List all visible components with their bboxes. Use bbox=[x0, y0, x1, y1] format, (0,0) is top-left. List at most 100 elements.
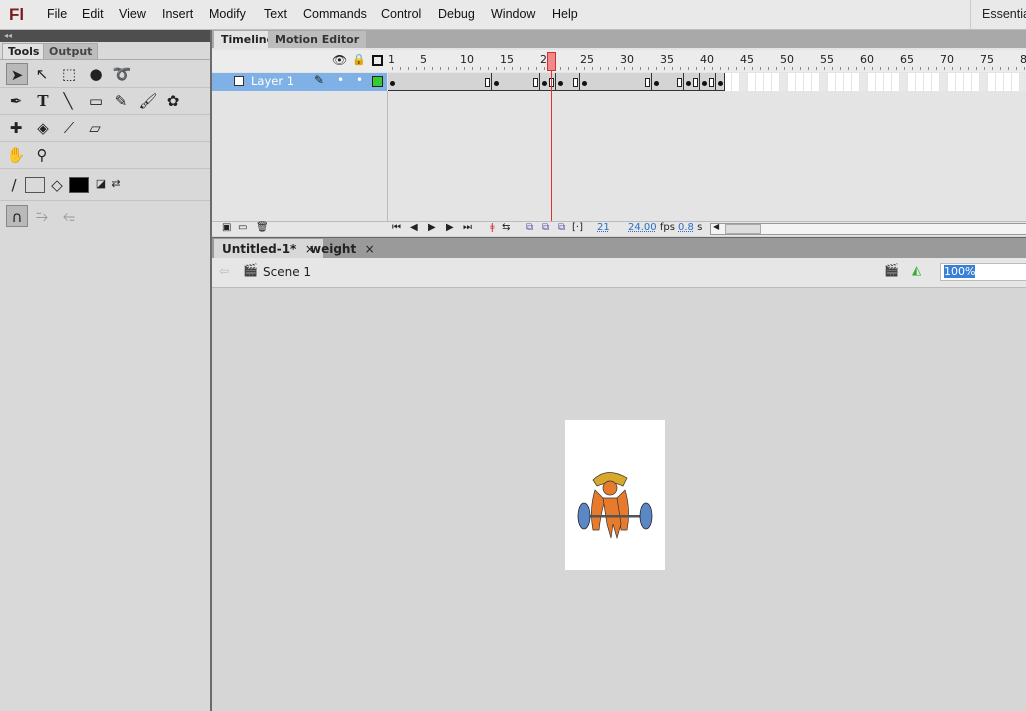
frame-cell[interactable] bbox=[460, 73, 468, 91]
frame-cell[interactable] bbox=[996, 73, 1004, 91]
keyframe-dot[interactable] bbox=[494, 81, 499, 86]
eyedropper-tool-icon[interactable]: ⟋ bbox=[58, 117, 80, 139]
first-frame-icon[interactable]: ⏮ bbox=[392, 222, 401, 233]
menu-window[interactable]: Window bbox=[491, 7, 535, 21]
frame-cell[interactable] bbox=[828, 73, 836, 91]
center-frame-icon[interactable]: ǂ bbox=[490, 222, 495, 233]
loop-icon[interactable]: ⇆ bbox=[502, 222, 510, 233]
frame-cell[interactable] bbox=[476, 73, 484, 91]
frame-cell[interactable] bbox=[924, 73, 932, 91]
frame-cell[interactable] bbox=[836, 73, 844, 91]
frame-cell[interactable] bbox=[668, 73, 676, 91]
frame-grid[interactable] bbox=[388, 73, 1026, 91]
delete-layer-icon[interactable]: 🗑 bbox=[256, 222, 269, 233]
frame-cell[interactable] bbox=[764, 73, 772, 91]
frame-cell[interactable] bbox=[636, 73, 644, 91]
frame-cell[interactable] bbox=[612, 73, 620, 91]
frame-cell[interactable] bbox=[500, 73, 508, 91]
frame-cell[interactable] bbox=[796, 73, 804, 91]
frame-cell[interactable] bbox=[404, 73, 412, 91]
scroll-left-icon[interactable]: ◀ bbox=[713, 222, 719, 231]
fill-color-swatch[interactable] bbox=[69, 177, 89, 193]
close-icon[interactable]: × bbox=[365, 242, 375, 256]
frame-cell[interactable] bbox=[444, 73, 452, 91]
last-frame-icon[interactable]: ⏭ bbox=[463, 222, 472, 233]
frame-cell[interactable] bbox=[948, 73, 956, 91]
frame-cell[interactable] bbox=[972, 73, 980, 91]
frame-cell[interactable] bbox=[892, 73, 900, 91]
menu-edit[interactable]: Edit bbox=[82, 7, 104, 21]
new-layer-icon[interactable]: ▣ bbox=[222, 222, 231, 233]
frame-cell[interactable] bbox=[564, 73, 572, 91]
layer-outline-color[interactable] bbox=[372, 76, 383, 87]
hand-tool-icon[interactable]: ✋ bbox=[5, 144, 27, 166]
stage[interactable] bbox=[565, 420, 665, 570]
new-folder-icon[interactable]: ▭ bbox=[238, 222, 247, 233]
frame-cell[interactable] bbox=[788, 73, 796, 91]
menu-file[interactable]: File bbox=[47, 7, 67, 21]
line-tool-icon[interactable]: ╲ bbox=[57, 90, 79, 112]
frame-cell[interactable] bbox=[660, 73, 668, 91]
lock-all-icon[interactable]: 🔒 bbox=[352, 53, 366, 66]
playhead[interactable] bbox=[547, 52, 556, 71]
onion-skin-icon[interactable]: ⧉ bbox=[526, 222, 533, 233]
tab-motion-editor[interactable]: Motion Editor bbox=[268, 31, 367, 48]
menu-help[interactable]: Help bbox=[552, 7, 578, 21]
frame-cell[interactable] bbox=[428, 73, 436, 91]
3d-rotation-tool-icon[interactable]: ● bbox=[85, 63, 107, 85]
free-transform-tool-icon[interactable]: ⬚ bbox=[58, 63, 80, 85]
snap-to-objects-icon[interactable]: ∩ bbox=[6, 205, 28, 227]
tab-output[interactable]: Output bbox=[43, 43, 99, 59]
frame-rate[interactable]: 24.00 bbox=[628, 222, 657, 233]
frame-cell[interactable] bbox=[812, 73, 820, 91]
swap-colors-icon[interactable]: ⇄ bbox=[105, 173, 127, 195]
keyframe-dot[interactable] bbox=[702, 81, 707, 86]
brush-tool-icon[interactable]: 🖌 bbox=[137, 90, 159, 112]
current-frame[interactable]: 21 bbox=[597, 222, 610, 233]
frame-cell[interactable] bbox=[884, 73, 892, 91]
frame-cell[interactable] bbox=[980, 73, 988, 91]
selection-tool-icon[interactable]: ➤ bbox=[6, 63, 28, 85]
frame-cell[interactable] bbox=[724, 73, 732, 91]
frame-cell[interactable] bbox=[436, 73, 444, 91]
frame-cell[interactable] bbox=[452, 73, 460, 91]
frame-cell[interactable] bbox=[628, 73, 636, 91]
keyframe-dot[interactable] bbox=[390, 81, 395, 86]
frame-cell[interactable] bbox=[1020, 73, 1026, 91]
frame-cell[interactable] bbox=[468, 73, 476, 91]
edit-multiple-frames-icon[interactable]: ⧉ bbox=[558, 222, 565, 233]
zoom-input[interactable]: 100% bbox=[940, 263, 1026, 281]
paint-bucket-tool-icon[interactable]: ◈ bbox=[32, 117, 54, 139]
onion-outline-icon[interactable]: ⧉ bbox=[542, 222, 549, 233]
menu-debug[interactable]: Debug bbox=[438, 7, 475, 21]
frame-cell[interactable] bbox=[412, 73, 420, 91]
workspace-switcher[interactable]: Essentials bbox=[970, 0, 1026, 30]
frame-cell[interactable] bbox=[772, 73, 780, 91]
lasso-tool-icon[interactable]: ➰ bbox=[111, 63, 133, 85]
frame-cell[interactable] bbox=[1012, 73, 1020, 91]
frame-cell[interactable] bbox=[1004, 73, 1012, 91]
frame-cell[interactable] bbox=[956, 73, 964, 91]
frame-cell[interactable] bbox=[604, 73, 612, 91]
eraser-tool-icon[interactable]: ▱ bbox=[84, 117, 106, 139]
keyframe-dot[interactable] bbox=[542, 81, 547, 86]
scene-name[interactable]: Scene 1 bbox=[263, 265, 311, 279]
keyframe-dot[interactable] bbox=[558, 81, 563, 86]
frame-cell[interactable] bbox=[596, 73, 604, 91]
frame-cell[interactable] bbox=[964, 73, 972, 91]
menu-control[interactable]: Control bbox=[381, 7, 421, 21]
keyframe-dot[interactable] bbox=[582, 81, 587, 86]
frame-cell[interactable] bbox=[620, 73, 628, 91]
menu-insert[interactable]: Insert bbox=[162, 7, 193, 21]
outline-all-icon[interactable] bbox=[372, 55, 383, 66]
visibility-dot[interactable]: • bbox=[337, 73, 344, 87]
menu-text[interactable]: Text bbox=[264, 7, 287, 21]
frame-cell[interactable] bbox=[588, 73, 596, 91]
keyframe-dot[interactable] bbox=[654, 81, 659, 86]
collapse-panel-button[interactable]: ◂◂ bbox=[0, 30, 210, 42]
frame-cell[interactable] bbox=[420, 73, 428, 91]
frame-cell[interactable] bbox=[732, 73, 740, 91]
tab-tools[interactable]: Tools bbox=[2, 43, 46, 59]
subselection-tool-icon[interactable]: ↖ bbox=[31, 63, 53, 85]
frame-cell[interactable] bbox=[852, 73, 860, 91]
